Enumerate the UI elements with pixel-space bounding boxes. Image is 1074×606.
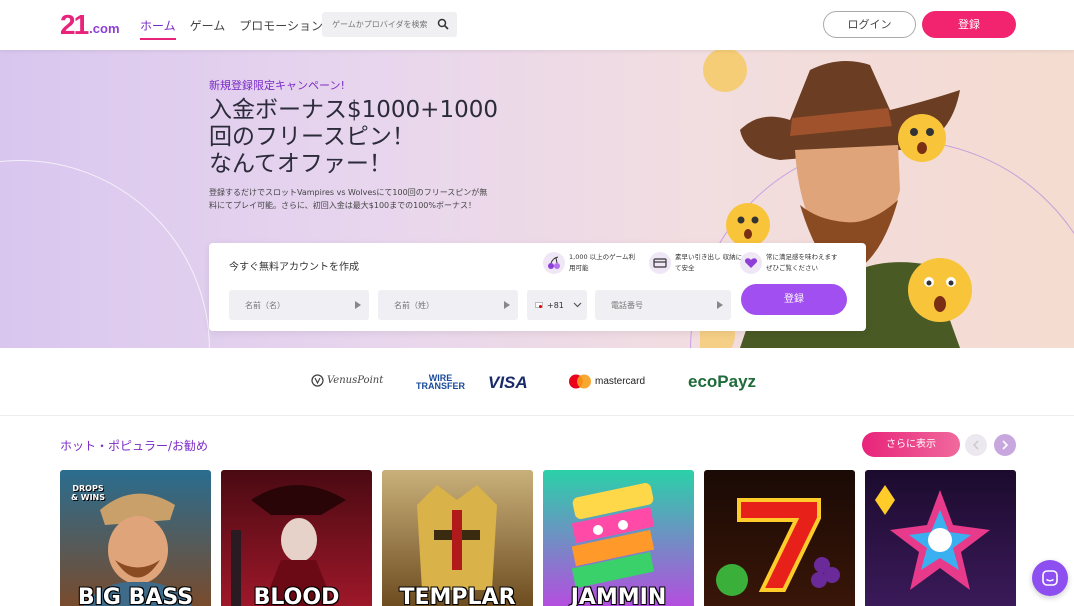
section-title: ホット・ポピュラー/お勧め bbox=[60, 439, 209, 453]
logo-mark: 21 bbox=[60, 9, 89, 40]
promo-tag: 新規登録限定キャンペーン! bbox=[209, 79, 345, 92]
payment-methods: VenusPoint WIRE TRANSFER VISA mastercard… bbox=[0, 348, 1074, 416]
perk-text: 1,000 以上のゲーム利用可能 bbox=[569, 253, 635, 272]
perk-text: 常に満足感を味わえます ぜひご覧ください bbox=[766, 253, 838, 272]
payment-label: mastercard bbox=[595, 376, 646, 387]
carousel-next-button[interactable] bbox=[994, 434, 1016, 456]
card-icon bbox=[649, 252, 671, 274]
perk-text: 素早い引き出し 収納にて安全 bbox=[675, 253, 743, 272]
chat-icon bbox=[1042, 570, 1058, 586]
game-tile-starburst[interactable] bbox=[865, 470, 1016, 606]
site-logo[interactable]: 21 .com bbox=[60, 11, 120, 39]
first-name-field bbox=[229, 290, 369, 320]
headline-line: 回のフリースピン！ bbox=[209, 124, 415, 150]
last-name-field bbox=[378, 290, 518, 320]
heart-icon bbox=[740, 252, 762, 274]
chevron-right-icon bbox=[1002, 440, 1009, 450]
live-chat-button[interactable] bbox=[1032, 560, 1068, 596]
chevron-down-icon bbox=[573, 302, 582, 308]
phone-input[interactable] bbox=[595, 290, 731, 320]
play-arrow-icon bbox=[504, 301, 510, 309]
login-button[interactable]: ログイン bbox=[823, 11, 916, 38]
play-arrow-icon bbox=[355, 301, 361, 309]
game-tile-jammin-jars[interactable]: JAMMIN bbox=[543, 470, 694, 606]
drops-wins-badge: DROPS & WINS bbox=[70, 484, 106, 502]
signup-submit-button[interactable]: 登録 bbox=[741, 284, 847, 315]
main-nav: ホーム ゲーム プロモーション bbox=[140, 17, 323, 40]
decor-arc bbox=[0, 160, 210, 348]
hero-banner: 新規登録限定キャンペーン! 入金ボーナス$1000+1000 回のフリースピン！… bbox=[0, 50, 1074, 348]
payment-visa: VISA bbox=[488, 373, 528, 392]
headline-line: 入金ボーナス$1000+1000 bbox=[209, 97, 498, 123]
country-code-value: +81 bbox=[547, 300, 564, 310]
game-tile-sevens[interactable] bbox=[704, 470, 855, 606]
payment-ecopayz: ecoPayz bbox=[688, 372, 757, 391]
nav-games[interactable]: ゲーム bbox=[190, 17, 226, 40]
japan-flag-icon bbox=[535, 302, 543, 308]
first-name-input[interactable] bbox=[229, 290, 369, 320]
chevron-left-icon bbox=[972, 440, 979, 450]
cherry-icon bbox=[543, 252, 565, 274]
signup-card: 今すぐ無料アカウントを作成 1,000 以上のゲーム利用可能 素早い引き出し 収… bbox=[209, 243, 866, 331]
site-header: 21 .com ホーム ゲーム プロモーション ログイン 登録 bbox=[0, 0, 1074, 50]
country-code-select[interactable]: +81 bbox=[527, 290, 587, 320]
game-tile-blood-suckers[interactable]: BLOOD bbox=[221, 470, 372, 606]
venuspoint-icon bbox=[311, 374, 324, 387]
signup-title: 今すぐ無料アカウントを作成 bbox=[229, 262, 359, 273]
payment-label: VenusPoint bbox=[327, 375, 384, 386]
starburst-gems-art bbox=[875, 485, 990, 590]
show-more-button[interactable]: さらに表示 bbox=[862, 432, 960, 457]
phone-field bbox=[595, 290, 731, 320]
hero-headline: 入金ボーナス$1000+1000 回のフリースピン！ なんてオファー！ bbox=[209, 97, 529, 178]
search-icon[interactable] bbox=[437, 18, 449, 30]
hero-description: 登録するだけでスロットVampires vs Wolvesにて100回のフリース… bbox=[209, 188, 488, 210]
search-input[interactable] bbox=[322, 12, 430, 37]
nav-promotions[interactable]: プロモーション bbox=[239, 17, 323, 40]
game-title: TEMPLAR bbox=[399, 585, 516, 606]
game-tile-big-bass[interactable]: DROPS & WINS BIG BASS bbox=[60, 470, 211, 606]
payment-venuspoint: VenusPoint bbox=[311, 374, 383, 387]
perk-games: 1,000 以上のゲーム利用可能 bbox=[543, 252, 641, 274]
carousel-prev-button[interactable] bbox=[965, 434, 987, 456]
game-title: JAMMIN bbox=[570, 585, 667, 606]
play-arrow-icon bbox=[717, 301, 723, 309]
headline-line: なんてオファー！ bbox=[209, 151, 392, 177]
nav-home[interactable]: ホーム bbox=[140, 17, 176, 40]
payment-wire: WIRE TRANSFER bbox=[416, 373, 465, 391]
search-box bbox=[322, 12, 457, 37]
game-title: BLOOD bbox=[253, 585, 340, 606]
perk-satisfaction: 常に満足感を味わえます ぜひご覧ください bbox=[740, 252, 838, 274]
logo-domain: .com bbox=[89, 21, 120, 36]
game-tile-templar[interactable]: TEMPLAR bbox=[382, 470, 533, 606]
payment-mastercard: mastercard bbox=[568, 374, 645, 389]
mastercard-icon bbox=[569, 374, 591, 389]
last-name-input[interactable] bbox=[378, 290, 518, 320]
game-title: BIG BASS bbox=[77, 585, 194, 606]
register-button[interactable]: 登録 bbox=[922, 11, 1016, 38]
sevens-fruit-art bbox=[716, 498, 840, 596]
perk-withdraw: 素早い引き出し 収納にて安全 bbox=[649, 252, 747, 274]
